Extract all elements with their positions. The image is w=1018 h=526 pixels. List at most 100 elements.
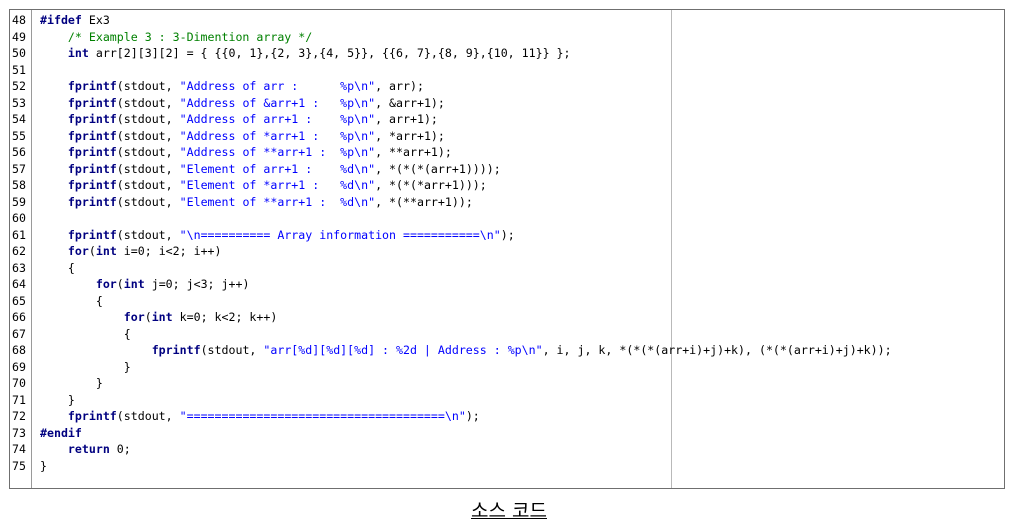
code-line: 64 for(int j=0; j<3; j++): [10, 276, 1004, 293]
code-text: for(int j=0; j<3; j++): [40, 276, 250, 293]
code-line: 66 for(int k=0; k<2; k++): [10, 309, 1004, 326]
line-number: 57: [12, 161, 26, 176]
code-line: 60: [10, 210, 1004, 227]
line-number: 66: [12, 310, 26, 324]
line-number: 54: [12, 112, 26, 126]
code-line: 51: [10, 62, 1004, 79]
code-token: int: [67, 46, 89, 60]
code-line: 56 fprintf(stdout, "Address of **arr+1 :…: [10, 144, 1004, 161]
code-token: "Address of &arr+1 : %p\n": [179, 95, 376, 110]
line-number: 51: [12, 62, 26, 77]
code-token: (stdout,: [116, 178, 180, 192]
line-number: 69: [12, 359, 26, 374]
code-text: }: [40, 375, 103, 392]
line-number: 75: [12, 458, 26, 473]
code-token: (stdout,: [116, 227, 180, 242]
code-token: }: [40, 376, 103, 390]
code-token: i=0; i<2; i++): [116, 244, 222, 258]
code-line: 69 }: [10, 359, 1004, 376]
code-token: , *arr+1);: [375, 128, 445, 143]
code-token: "arr[%d][%d][%d] : %2d | Address : %p\n": [263, 343, 543, 357]
code-token: (stdout,: [116, 409, 180, 423]
code-token: "Element of *arr+1 : %d\n": [179, 178, 376, 192]
code-line: 53 fprintf(stdout, "Address of &arr+1 : …: [10, 95, 1004, 112]
code-token: );: [500, 227, 515, 242]
code-token: (stdout,: [116, 79, 180, 93]
code-token: }: [40, 458, 47, 473]
code-token: "Address of arr : %p\n": [179, 79, 376, 93]
code-text: return 0;: [40, 441, 131, 458]
code-line: 52 fprintf(stdout, "Address of arr : %p\…: [10, 78, 1004, 95]
code-line: 75}: [10, 458, 1004, 475]
code-token: fprintf: [67, 145, 117, 159]
code-token: j=0; j<3; j++): [144, 277, 250, 291]
line-number: 52: [12, 79, 26, 93]
code-token: , *(**arr+1));: [375, 194, 473, 209]
code-token: /* Example 3 : 3-Dimention array */: [67, 29, 313, 44]
code-text: fprintf(stdout, "Element of **arr+1 : %d…: [40, 194, 473, 211]
code-token: fprintf: [67, 95, 117, 110]
line-number: 59: [12, 194, 26, 209]
code-token: }: [40, 359, 131, 374]
code-line: 70 }: [10, 375, 1004, 392]
code-text: fprintf(stdout, "Element of *arr+1 : %d\…: [40, 177, 487, 194]
code-token: , arr+1);: [375, 112, 438, 126]
code-text: fprintf(stdout, "=======================…: [40, 408, 480, 425]
code-token: fprintf: [67, 227, 117, 242]
line-number: 63: [12, 260, 26, 275]
code-token: , &arr+1);: [375, 95, 445, 110]
code-token: , **arr+1);: [375, 145, 452, 159]
line-number: 60: [12, 211, 26, 225]
code-token: "Element of arr+1 : %d\n": [179, 161, 376, 176]
code-line: 55 fprintf(stdout, "Address of *arr+1 : …: [10, 128, 1004, 145]
code-line: 61 fprintf(stdout, "\n========== Array i…: [10, 227, 1004, 244]
code-token: , i, j, k, *(*(*(arr+i)+j)+k), (*(*(arr+…: [542, 343, 892, 357]
code-line: 49 /* Example 3 : 3-Dimention array */: [10, 29, 1004, 46]
code-token: for: [123, 310, 145, 324]
code-line: 62 for(int i=0; i<2; i++): [10, 243, 1004, 260]
code-token: fprintf: [67, 128, 117, 143]
code-token: {: [40, 293, 103, 308]
code-text: }: [40, 359, 131, 376]
line-number: 67: [12, 326, 26, 341]
code-line: 54 fprintf(stdout, "Address of arr+1 : %…: [10, 111, 1004, 128]
code-token: , *(*(*arr+1)));: [375, 178, 487, 192]
code-token: arr[2][3][2] = { {{0, 1},{2, 3},{4, 5}},…: [88, 46, 571, 60]
code-token: Ex3: [81, 13, 110, 27]
code-line: 73 #endif: [10, 425, 1004, 442]
code-text: /* Example 3 : 3-Dimention array */: [40, 29, 312, 46]
line-number: 65: [12, 293, 26, 308]
code-line: 48 #ifdef Ex3: [10, 12, 1004, 29]
code-token: "Address of *arr+1 : %p\n": [179, 128, 376, 143]
code-token: }: [40, 392, 75, 407]
code-token: fprintf: [67, 112, 117, 126]
code-token: return: [67, 442, 110, 456]
code-token: for: [67, 244, 89, 258]
code-line: 65 {: [10, 293, 1004, 310]
code-editor[interactable]: 48 #ifdef Ex3 49 /* Example 3 : 3-Dimentio…: [9, 9, 1005, 489]
code-token: 0;: [109, 442, 131, 456]
code-text: fprintf(stdout, "Address of **arr+1 : %p…: [40, 144, 452, 161]
code-line: 58 fprintf(stdout, "Element of *arr+1 : …: [10, 177, 1004, 194]
code-text: #ifdef Ex3: [40, 12, 110, 29]
line-number: 72: [12, 409, 26, 423]
code-text: for(int i=0; i<2; i++): [40, 243, 222, 260]
code-token: {: [40, 260, 75, 275]
code-text: fprintf(stdout, "arr[%d][%d][%d] : %2d |…: [40, 342, 892, 359]
code-line: 57 fprintf(stdout, "Element of arr+1 : %…: [10, 161, 1004, 178]
line-number: 74: [12, 442, 26, 456]
